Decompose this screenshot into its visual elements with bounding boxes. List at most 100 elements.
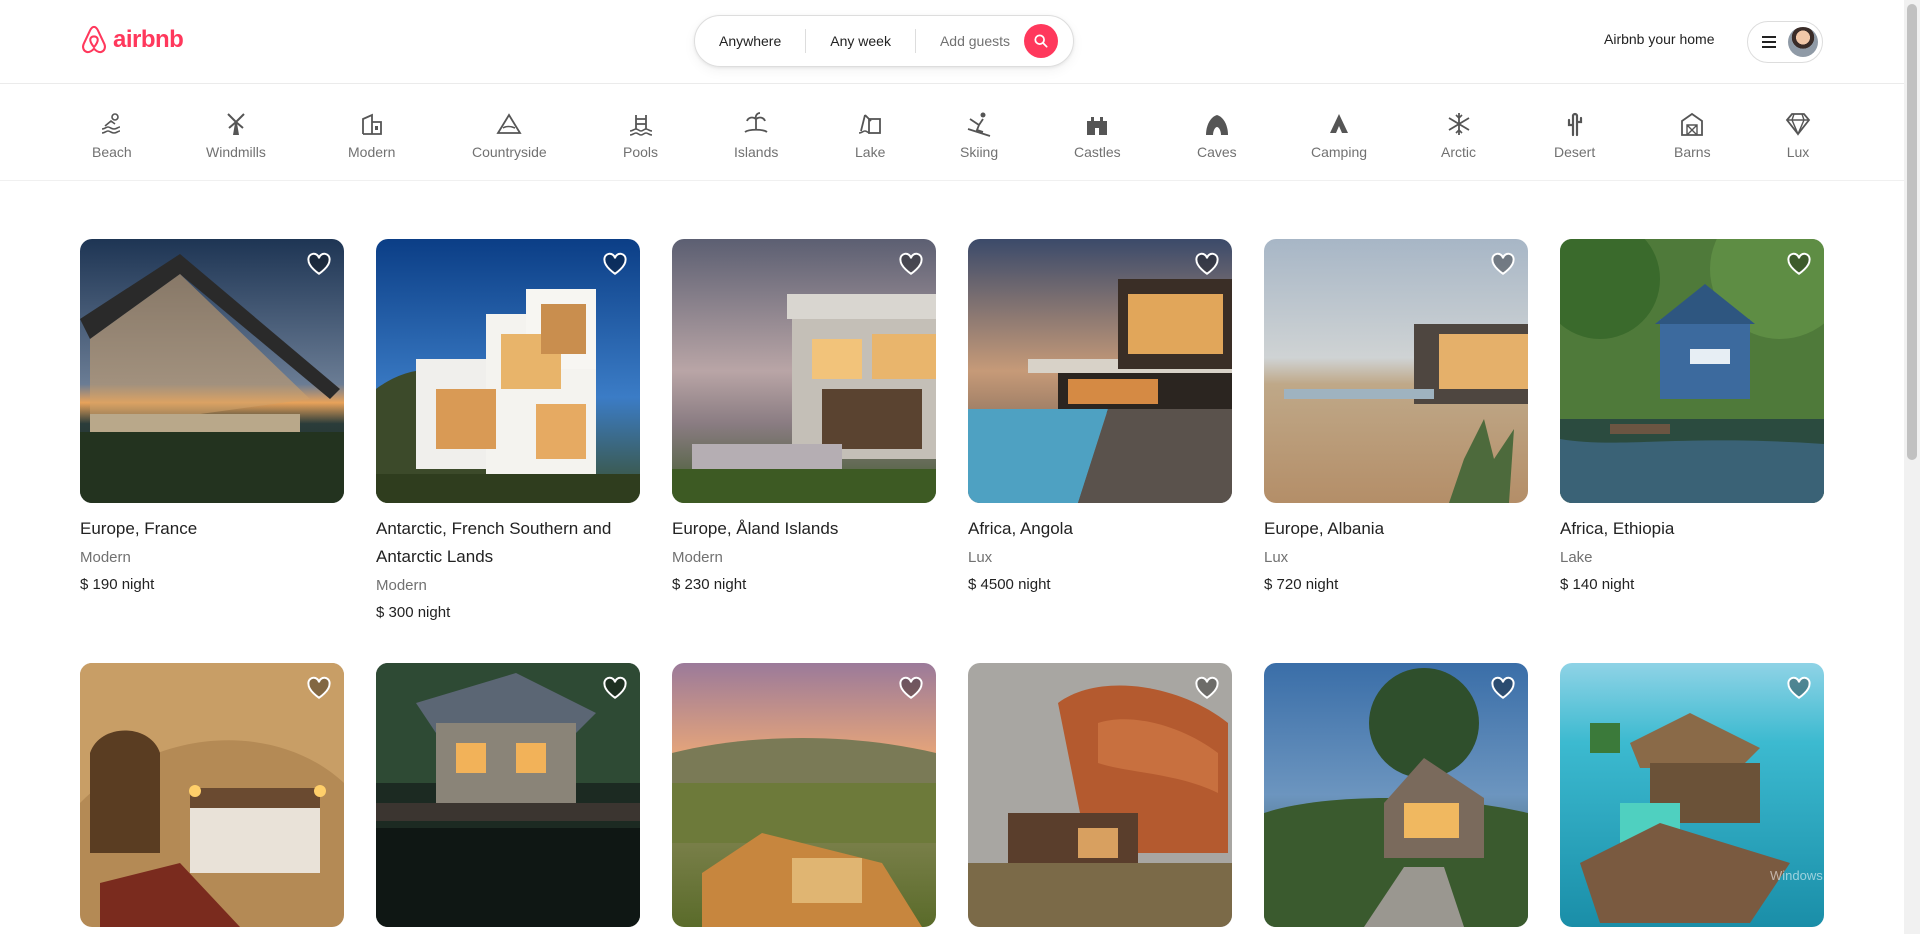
airbnb-your-home-link[interactable]: Airbnb your home	[1604, 31, 1715, 47]
category-windmills[interactable]: Windmills	[206, 110, 266, 160]
category-label: Countryside	[472, 144, 547, 160]
listing-price-amount: $ 140	[1560, 576, 1598, 593]
favorite-heart-icon[interactable]	[306, 251, 332, 277]
favorite-heart-icon[interactable]	[1490, 675, 1516, 701]
listing-photo[interactable]	[1264, 239, 1528, 503]
category-label: Castles	[1074, 144, 1121, 160]
listing-card[interactable]	[1560, 663, 1824, 927]
avatar	[1788, 27, 1818, 57]
category-camping[interactable]: Camping	[1311, 110, 1367, 160]
listing-photo[interactable]	[80, 239, 344, 503]
listing-category: Modern	[376, 577, 427, 594]
listing-title: Africa, Ethiopia	[1560, 519, 1675, 538]
category-skiing[interactable]: Skiing	[960, 110, 998, 160]
category-modern[interactable]: Modern	[348, 110, 395, 160]
favorite-heart-icon[interactable]	[898, 675, 924, 701]
listing-card[interactable]: Africa, Ethiopia Lake $ 140 night	[1560, 239, 1824, 595]
listing-title: Europe, Åland Islands	[672, 519, 839, 538]
barn-icon	[1681, 112, 1704, 136]
scrollbar-thumb[interactable]	[1907, 4, 1917, 460]
favorite-heart-icon[interactable]	[1786, 251, 1812, 277]
listing-card[interactable]: Antarctic, French Southern and Antarctic…	[376, 239, 640, 623]
listing-category: Lux	[968, 549, 993, 566]
search-anywhere-button[interactable]: Anywhere	[695, 29, 805, 53]
category-countryside[interactable]: Countryside	[472, 110, 547, 160]
listing-price-unit: night	[417, 604, 451, 621]
favorite-heart-icon[interactable]	[1194, 675, 1220, 701]
listing-card[interactable]	[1264, 663, 1528, 927]
favorite-heart-icon[interactable]	[1194, 251, 1220, 277]
favorite-heart-icon[interactable]	[306, 675, 332, 701]
category-barns[interactable]: Barns	[1674, 110, 1711, 160]
page-scrollbar[interactable]	[1904, 0, 1920, 934]
listing-card[interactable]	[376, 663, 640, 927]
listing-card[interactable]: Europe, Albania Lux $ 720 night	[1264, 239, 1528, 595]
listing-image	[968, 663, 1232, 927]
listing-photo[interactable]	[968, 663, 1232, 927]
category-lake[interactable]: Lake	[855, 110, 885, 160]
countryside-icon	[496, 113, 522, 134]
category-label: Desert	[1554, 144, 1596, 160]
listing-photo[interactable]	[968, 239, 1232, 503]
category-label: Barns	[1674, 144, 1711, 160]
category-desert[interactable]: Desert	[1554, 110, 1595, 160]
category-caves[interactable]: Caves	[1197, 110, 1237, 160]
listing-price: $ 4500 night	[968, 575, 1232, 595]
category-islands[interactable]: Islands	[734, 110, 778, 160]
listing-photo[interactable]	[1264, 663, 1528, 927]
category-label: Lake	[855, 144, 886, 160]
listing-card[interactable]: Europe, Åland Islands Modern $ 230 night	[672, 239, 936, 595]
listing-price: $ 190 night	[80, 575, 344, 595]
category-lux[interactable]: Lux	[1784, 110, 1812, 160]
category-beach[interactable]: Beach	[92, 110, 132, 160]
listing-photo[interactable]	[1560, 663, 1824, 927]
listing-card[interactable]: Africa, Angola Lux $ 4500 night	[968, 239, 1232, 595]
listing-photo[interactable]	[672, 239, 936, 503]
favorite-heart-icon[interactable]	[602, 675, 628, 701]
listing-card[interactable]	[672, 663, 936, 927]
listing-image	[672, 663, 936, 927]
diamond-icon	[1785, 113, 1811, 136]
listing-card[interactable]	[80, 663, 344, 927]
search-any-week-button[interactable]: Any week	[806, 29, 915, 53]
favorite-heart-icon[interactable]	[602, 251, 628, 277]
listing-image	[1560, 663, 1824, 927]
listing-photo[interactable]	[1560, 239, 1824, 503]
listing-title: Africa, Angola	[968, 519, 1073, 538]
search-add-guests-button[interactable]: Add guests	[916, 29, 1022, 53]
category-pools[interactable]: Pools	[623, 110, 658, 160]
listing-photo[interactable]	[672, 663, 936, 927]
windmill-icon	[227, 113, 245, 135]
airbnb-logo[interactable]: airbnb	[79, 24, 184, 56]
favorite-heart-icon[interactable]	[1490, 251, 1516, 277]
listing-price-unit: night	[121, 576, 155, 593]
favorite-heart-icon[interactable]	[1786, 675, 1812, 701]
listing-image	[80, 239, 344, 503]
favorite-heart-icon[interactable]	[898, 251, 924, 277]
listing-image	[1264, 663, 1528, 927]
brand-name: airbnb	[113, 26, 184, 53]
listing-photo[interactable]	[80, 663, 344, 927]
search-button[interactable]	[1024, 24, 1059, 58]
listing-category: Lake	[1560, 549, 1593, 566]
listing-image	[672, 239, 936, 503]
listing-card[interactable]: Europe, France Modern $ 190 night	[80, 239, 344, 595]
category-arctic[interactable]: Arctic	[1441, 110, 1476, 160]
listing-price-unit: night	[713, 576, 747, 593]
listing-photo[interactable]	[376, 663, 640, 927]
listing-price: $ 230 night	[672, 575, 936, 595]
category-label: Islands	[734, 144, 779, 160]
category-castles[interactable]: Castles	[1074, 110, 1121, 160]
search-icon	[1034, 34, 1048, 48]
listing-photo[interactable]	[376, 239, 640, 503]
castle-icon	[1087, 117, 1108, 135]
category-label: Camping	[1311, 144, 1368, 160]
pool-icon	[629, 115, 652, 136]
user-menu-button[interactable]	[1747, 21, 1823, 63]
airbnb-logo-icon	[82, 25, 106, 54]
search-bar[interactable]: Anywhere Any week Add guests	[694, 15, 1074, 67]
listing-image	[1264, 239, 1528, 503]
category-label: Pools	[623, 144, 659, 160]
listing-card[interactable]	[968, 663, 1232, 927]
category-bar: Beach Windmills Modern Countryside Pools…	[0, 84, 1904, 181]
